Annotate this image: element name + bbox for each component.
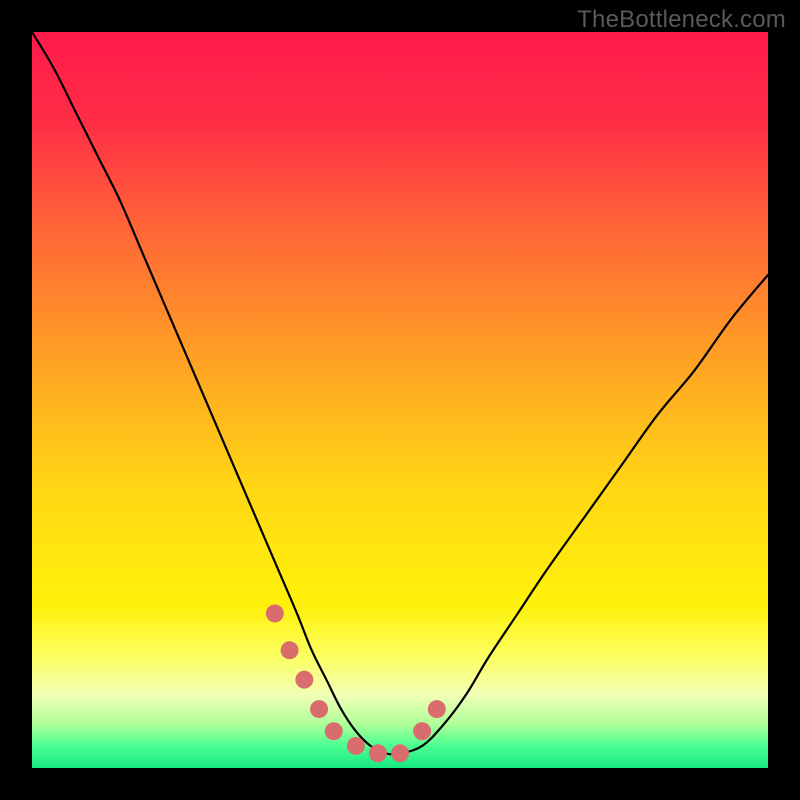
curve-marker [325,722,343,740]
curve-marker [428,700,446,718]
curve-marker [295,671,313,689]
curve-marker [310,700,328,718]
chart-frame: TheBottleneck.com [0,0,800,800]
curve-marker [369,744,387,762]
curve-marker [413,722,431,740]
curve-marker [281,641,299,659]
curve-marker [266,604,284,622]
plot-area [32,32,768,768]
curve-path [32,32,768,754]
watermark-text: TheBottleneck.com [577,6,786,34]
curve-marker [391,744,409,762]
curve-marker [347,737,365,755]
bottleneck-curve [32,32,768,768]
